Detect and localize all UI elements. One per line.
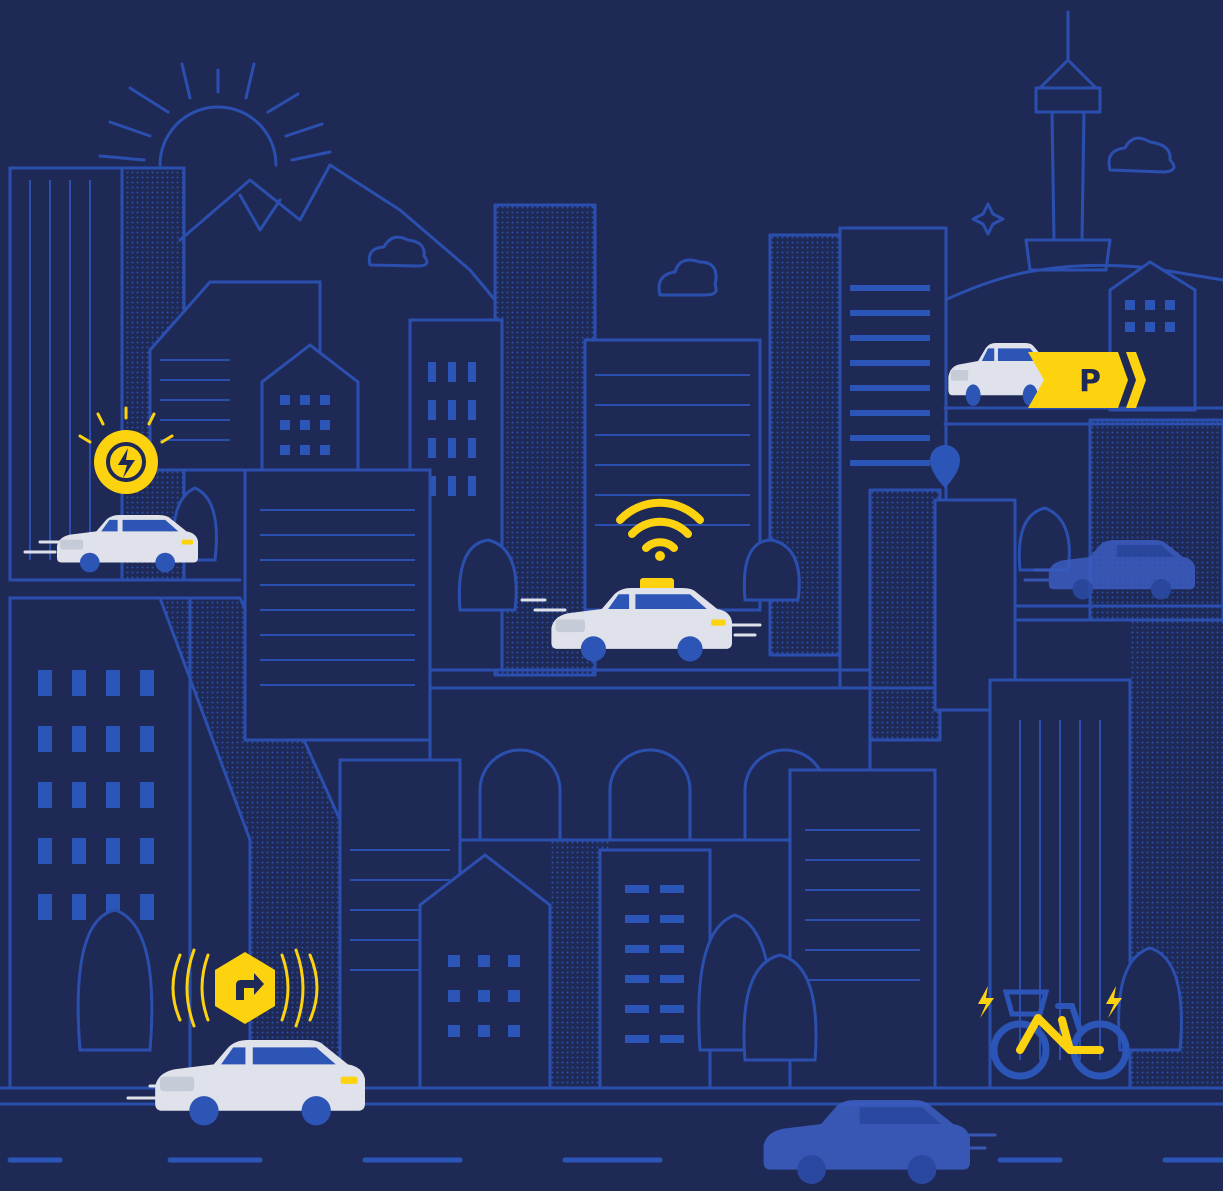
sun-icon [98, 62, 332, 167]
cloud-icon [367, 235, 429, 268]
tower-icon [1024, 10, 1112, 272]
skyline [0, 10, 1223, 1163]
parking-label: P [1079, 364, 1101, 399]
city-illustration: P [0, 10, 1223, 1184]
car-moving [763, 1100, 997, 1184]
cloud-icon [1107, 136, 1176, 174]
sparkle-icon [971, 202, 1005, 236]
cloud-icon [657, 258, 718, 297]
